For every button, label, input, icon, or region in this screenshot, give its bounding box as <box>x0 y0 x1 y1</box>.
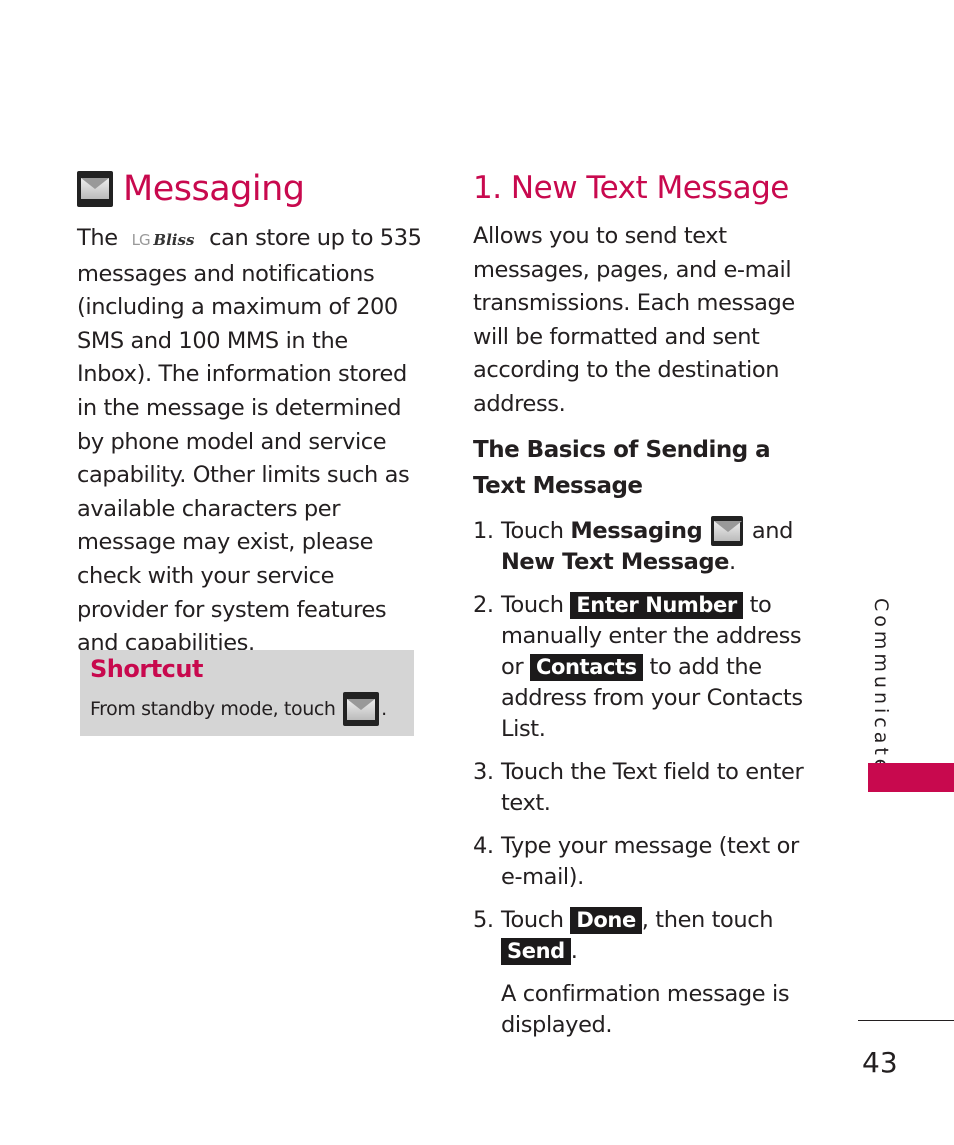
ui-term-new-text-message: New Text Message <box>501 548 730 575</box>
step-number: 1. <box>473 517 494 544</box>
shortcut-suffix: . <box>381 698 387 720</box>
page-divider <box>858 1020 954 1021</box>
messaging-envelope-icon <box>343 692 380 726</box>
section-title: Messaging <box>77 166 427 212</box>
subheading: The Basics of Sending a Text Message <box>473 436 771 499</box>
step-2: 2. Touch Enter Number to manually enter … <box>473 590 823 745</box>
step-text: , then touch <box>641 906 774 933</box>
section-side-label: Communicate <box>870 598 892 775</box>
intro-text: can store up to 535 messages and notific… <box>77 225 422 657</box>
step-text: Type your message (text or e-mail). <box>501 832 799 890</box>
ui-term-messaging: Messaging <box>570 517 703 544</box>
step-content: Touch Messaging and New Text Message. <box>501 516 823 578</box>
step-5: 5. Touch Done, then touch Send. <box>473 905 823 967</box>
send-key: Send <box>501 937 571 965</box>
step-content: Touch Done, then touch Send. <box>501 905 823 967</box>
step-content: Touch Enter Number to manually enter the… <box>501 590 823 745</box>
right-column: 1. New Text Message Allows you to send t… <box>473 166 823 1041</box>
step-number: 2. <box>473 591 494 618</box>
step-text: . <box>570 937 578 964</box>
messaging-envelope-icon <box>711 516 744 547</box>
step-text: . <box>729 548 736 575</box>
contacts-key: Contacts <box>529 653 643 681</box>
step-text: Touch <box>501 591 571 618</box>
step-number: 4. <box>473 832 494 859</box>
section-tab-marker <box>868 763 954 792</box>
section-title-text: Messaging <box>123 169 305 209</box>
step-1: 1. Touch Messaging and New Text Message. <box>473 516 823 578</box>
step-text: Touch <box>501 906 571 933</box>
step-number: 3. <box>473 758 494 785</box>
done-key: Done <box>570 906 642 934</box>
shortcut-title: Shortcut <box>90 655 203 683</box>
subsection-title: 1. New Text Message <box>473 170 789 206</box>
intro-prefix: The <box>77 225 118 251</box>
step-number: 5. <box>473 906 494 933</box>
description: Allows you to send text messages, pages,… <box>473 223 795 417</box>
brand-lg: LG <box>131 231 151 249</box>
intro-paragraph: The LG Bliss can store up to 535 messages… <box>77 222 427 661</box>
confirmation-note: A confirmation message is displayed. <box>501 980 790 1038</box>
shortcut-text: From standby mode, touch . <box>90 692 387 726</box>
shortcut-instruction: From standby mode, touch <box>90 698 336 720</box>
step-3: 3. Touch the Text field to enter text. <box>473 757 823 819</box>
step-4: 4. Type your message (text or e-mail). <box>473 831 823 893</box>
step-text: Touch <box>501 517 571 544</box>
shortcut-box: Shortcut From standby mode, touch . <box>80 650 414 736</box>
page-number: 43 <box>862 1046 898 1079</box>
brand-bliss: Bliss <box>153 231 195 249</box>
left-column: Messaging The LG Bliss can store up to 53… <box>77 166 427 661</box>
enter-number-key: Enter Number <box>570 591 743 619</box>
brand-logo: LG Bliss <box>132 224 195 258</box>
messaging-envelope-icon <box>77 171 113 207</box>
step-text: Touch the Text field to enter text. <box>501 758 804 816</box>
step-text: and <box>745 517 794 544</box>
